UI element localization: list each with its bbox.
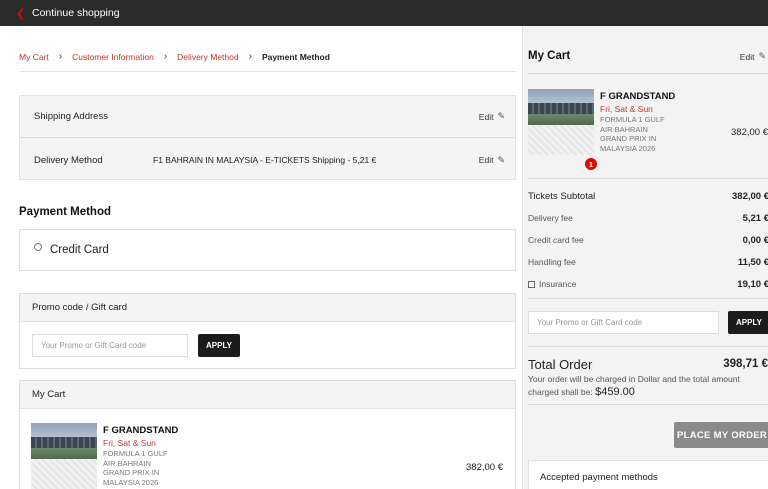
edit-shipping-button[interactable]: Edit ✎	[479, 111, 505, 122]
cart-sidebar: My Cart Edit ✎ 1 F GRANDSTAND Fri, Sat &…	[522, 26, 768, 489]
divider	[19, 71, 516, 72]
delivery-fee-row: Delivery fee 5,21 €	[528, 213, 768, 224]
subtotal-label: Tickets Subtotal	[528, 191, 596, 202]
credit-card-label: Credit Card	[50, 244, 109, 256]
handling-fee-row: Handling fee 11,50 €	[528, 257, 768, 268]
sidebar-promo-input[interactable]: Your Promo or Gift Card code	[528, 311, 719, 334]
credit-card-radio[interactable]	[34, 243, 42, 251]
divider	[528, 346, 768, 347]
sidebar-apply-button[interactable]: APPLY	[728, 311, 768, 334]
breadcrumb-delivery-method[interactable]: Delivery Method	[177, 52, 238, 62]
image-placeholder	[528, 125, 594, 155]
accepted-payments-box: Accepted payment methods	[528, 460, 768, 489]
pencil-icon: ✎	[497, 111, 505, 121]
promo-code-box: Promo code / Gift card Your Promo or Gif…	[19, 293, 516, 369]
payment-method-title: Payment Method	[19, 206, 112, 218]
chevron-left-icon[interactable]: ❮	[16, 7, 28, 20]
subtotal-row: Tickets Subtotal 382,00 €	[528, 191, 768, 202]
grandstand-image	[31, 423, 97, 459]
checkout-main: My Cart › Customer Information › Deliver…	[0, 26, 522, 489]
cart-title: My Cart	[20, 381, 515, 409]
edit-delivery-button[interactable]: Edit ✎	[479, 155, 505, 166]
grandstand-image	[528, 89, 594, 125]
item-description: FORMULA 1 GULF AIR BAHRAIN GRAND PRIX IN…	[103, 449, 168, 487]
apply-promo-button[interactable]: APPLY	[198, 334, 240, 357]
edit-label: Edit	[739, 51, 755, 62]
divider	[528, 73, 768, 74]
continue-shopping-link[interactable]: Continue shopping	[32, 7, 120, 19]
shipping-address-row: Shipping Address Edit ✎	[20, 96, 515, 138]
promo-code-input[interactable]: Your Promo or Gift Card code	[32, 334, 188, 357]
image-placeholder	[31, 459, 97, 489]
credit-card-fee-value: 0,00 €	[742, 235, 768, 246]
edit-cart-button[interactable]: Edit ✎	[740, 51, 766, 62]
promo-code-title: Promo code / Gift card	[20, 294, 515, 322]
total-order-label: Total Order	[528, 357, 593, 372]
quantity-badge: 1	[585, 158, 597, 170]
total-order-value: 398,71 €	[723, 358, 768, 370]
breadcrumb-payment-method: Payment Method	[261, 51, 330, 62]
pencil-icon: ✎	[758, 51, 766, 61]
divider	[528, 178, 768, 179]
delivery-method-label: Delivery Method	[34, 154, 103, 166]
chevron-right-icon: ›	[58, 51, 63, 62]
item-price: 382,00 €	[731, 127, 768, 138]
insurance-label: Insurance	[539, 279, 577, 289]
shipping-address-label: Shipping Address	[34, 111, 108, 122]
subtotal-value: 382,00 €	[732, 191, 768, 202]
breadcrumb-customer-information[interactable]: Customer Information	[72, 52, 154, 62]
credit-card-fee-label: Credit card fee	[528, 235, 584, 245]
edit-label: Edit	[478, 155, 494, 165]
item-name: F GRANDSTAND	[103, 425, 179, 436]
insurance-value: 19,10 €	[737, 279, 768, 290]
handling-fee-label: Handling fee	[528, 257, 576, 267]
delivery-fee-label: Delivery fee	[528, 213, 573, 223]
insurance-option[interactable]: Insurance	[528, 279, 576, 290]
sidebar-cart-title: My Cart	[528, 50, 571, 62]
divider	[528, 404, 768, 405]
item-name: F GRANDSTAND	[600, 91, 676, 102]
cart-summary-box: My Cart F GRANDSTAND Fri, Sat & Sun FORM…	[19, 380, 516, 489]
credit-card-option[interactable]: Credit Card	[19, 229, 516, 271]
divider	[528, 298, 768, 299]
insurance-row: Insurance 19,10 €	[528, 279, 768, 290]
delivery-fee-value: 5,21 €	[742, 213, 768, 224]
chevron-right-icon: ›	[248, 51, 252, 62]
edit-label: Edit	[478, 111, 494, 122]
top-bar: ❮ Continue shopping	[0, 0, 768, 26]
breadcrumb-my-cart[interactable]: My Cart	[19, 52, 49, 62]
chevron-right-icon: ›	[163, 51, 168, 62]
delivery-method-value: F1 BAHRAIN IN MALAYSIA - E-TICKETS Shipp…	[153, 155, 377, 165]
handling-fee-value: 11,50 €	[737, 257, 768, 268]
credit-card-fee-row: Credit card fee 0,00 €	[528, 235, 768, 246]
charge-note: Your order will be charged in Dollar and…	[528, 373, 764, 399]
delivery-method-row: Delivery Method F1 BAHRAIN IN MALAYSIA -…	[20, 139, 515, 181]
breadcrumb: My Cart › Customer Information › Deliver…	[19, 51, 330, 62]
place-order-button[interactable]: PLACE MY ORDER	[674, 422, 768, 448]
pencil-icon: ✎	[497, 154, 505, 165]
insurance-checkbox[interactable]	[528, 281, 535, 289]
accepted-payments-label: Accepted payment methods	[540, 472, 658, 483]
charged-amount: $459.00	[595, 386, 635, 398]
item-description: FORMULA 1 GULF AIR BAHRAIN GRAND PRIX IN…	[600, 115, 665, 153]
item-days: Fri, Sat & Sun	[103, 438, 156, 448]
item-days: Fri, Sat & Sun	[600, 104, 653, 114]
order-summary-box: Shipping Address Edit ✎ Delivery Method …	[19, 95, 516, 180]
item-price: 382,00 €	[466, 462, 503, 473]
